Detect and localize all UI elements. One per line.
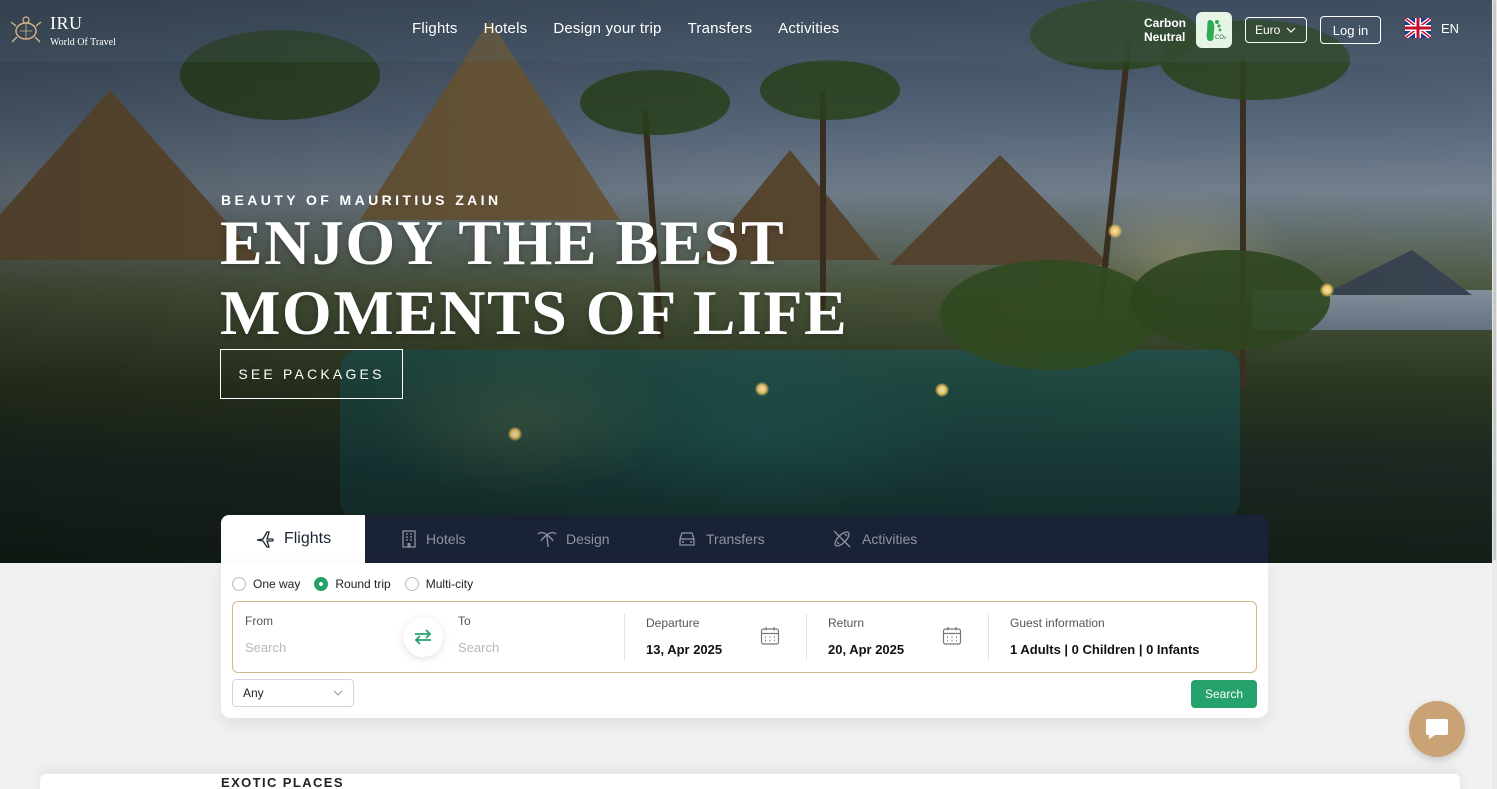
tab-label: Hotels <box>426 531 466 547</box>
chevron-down-icon <box>1286 27 1296 33</box>
nav-link-design-your-trip[interactable]: Design your trip <box>553 20 661 37</box>
building-icon <box>402 530 416 548</box>
flight-search-panel: One way Round trip Multi-city From Searc… <box>221 563 1268 718</box>
to-label: To <box>458 614 471 628</box>
tab-label: Flights <box>283 530 332 547</box>
language-code: EN <box>1441 20 1460 36</box>
chat-bubble-icon <box>1426 719 1448 739</box>
radio-icon <box>232 577 246 591</box>
radio-label: Multi-city <box>425 577 474 591</box>
swap-arrows-icon <box>414 629 432 645</box>
carbon-label-line1: Carbon <box>1144 16 1186 30</box>
chevron-down-icon <box>333 690 343 696</box>
section-title: EXOTIC PLACES <box>221 775 344 789</box>
from-input[interactable] <box>245 640 385 655</box>
main-nav: Flights Hotels Design your trip Transfer… <box>412 20 839 37</box>
swap-locations-button[interactable] <box>403 617 443 657</box>
nav-link-flights[interactable]: Flights <box>412 20 458 37</box>
page: IRU World Of Travel Flights Hotels Desig… <box>0 0 1497 789</box>
nav-link-hotels[interactable]: Hotels <box>484 20 528 37</box>
guest-label: Guest information <box>1010 616 1105 630</box>
uk-flag-icon <box>1405 18 1431 38</box>
palm-icon <box>537 531 557 548</box>
to-input[interactable] <box>458 640 598 655</box>
brand-title: IRU <box>50 13 83 33</box>
hero-headline-line2: MOMENTS OF LIFE <box>220 277 849 348</box>
hero-headline-line1: ENJOY THE BEST <box>220 207 786 278</box>
cabin-class-select[interactable]: Any <box>232 679 354 707</box>
hero-headline: ENJOY THE BEST MOMENTS OF LIFE <box>220 208 940 348</box>
plane-icon <box>256 531 274 548</box>
brand-subtitle: World Of Travel <box>50 37 116 48</box>
carbon-neutral-label: Carbon Neutral <box>1144 16 1186 44</box>
brand-logo[interactable]: IRU World Of Travel <box>8 10 128 50</box>
from-field: From <box>245 602 395 672</box>
top-navbar: IRU World Of Travel Flights Hotels Desig… <box>0 0 1492 62</box>
carbon-neutral-badge[interactable]: CO₂ <box>1196 12 1232 48</box>
radio-label: One way <box>253 577 301 591</box>
chat-button[interactable] <box>1409 701 1465 757</box>
see-packages-button[interactable]: SEE PACKAGES <box>220 349 403 399</box>
currency-value: Euro <box>1255 23 1281 37</box>
field-divider <box>988 614 989 660</box>
tab-design[interactable]: Design <box>537 515 610 563</box>
trip-type-round-trip[interactable]: Round trip <box>314 577 391 591</box>
tab-activities[interactable]: Activities <box>831 515 917 563</box>
login-button[interactable]: Log in <box>1320 16 1381 44</box>
tab-label: Design <box>566 531 610 547</box>
currency-select[interactable]: Euro <box>1245 17 1307 43</box>
from-label: From <box>245 614 273 628</box>
tab-flights[interactable]: Flights <box>221 515 365 563</box>
return-value: 20, Apr 2025 <box>828 642 905 657</box>
tab-hotels[interactable]: Hotels <box>401 515 466 563</box>
language-selector[interactable]: EN <box>1405 18 1459 38</box>
field-divider <box>806 614 807 660</box>
tab-label: Transfers <box>706 531 765 547</box>
activity-icon <box>833 530 851 548</box>
radio-selected-icon <box>314 577 329 591</box>
trip-type-one-way[interactable]: One way <box>232 577 300 591</box>
guest-information-field[interactable]: Guest information 1 Adults | 0 Children … <box>1010 602 1250 672</box>
tab-label: Activities <box>862 531 918 547</box>
car-icon <box>679 532 695 546</box>
return-label: Return <box>828 616 865 630</box>
scrollbar-thumb[interactable] <box>1493 0 1496 560</box>
guest-value: 1 Adults | 0 Children | 0 Infants <box>1010 642 1200 657</box>
search-button[interactable]: Search <box>1191 680 1257 708</box>
nav-link-transfers[interactable]: Transfers <box>688 20 753 37</box>
calendar-icon[interactable] <box>760 626 780 646</box>
tab-transfers[interactable]: Transfers <box>677 515 765 563</box>
radio-icon <box>404 577 419 591</box>
co2-text: CO₂ <box>1215 34 1227 41</box>
trip-type-group: One way Round trip Multi-city <box>232 577 473 591</box>
carbon-label-line2: Neutral <box>1144 30 1186 44</box>
search-tab-bar: Flights Hotels Design Transfers Activiti… <box>221 515 1268 563</box>
turtle-logo-icon <box>10 16 42 43</box>
hero-eyebrow: BEAUTY OF MAURITIUS ZAIN <box>221 192 502 208</box>
departure-label: Departure <box>646 616 700 630</box>
calendar-icon[interactable] <box>942 626 962 646</box>
radio-label: Round trip <box>335 577 391 591</box>
nav-link-activities[interactable]: Activities <box>778 20 839 37</box>
departure-value: 13, Apr 2025 <box>646 642 723 657</box>
footprint-icon: CO₂ <box>1206 20 1227 42</box>
cabin-class-value: Any <box>243 686 264 700</box>
field-divider <box>624 614 625 660</box>
to-field: To <box>458 602 618 672</box>
search-fields: From To Departure 13, Apr 2025 <box>232 601 1257 673</box>
trip-type-multi-city[interactable]: Multi-city <box>404 577 474 591</box>
